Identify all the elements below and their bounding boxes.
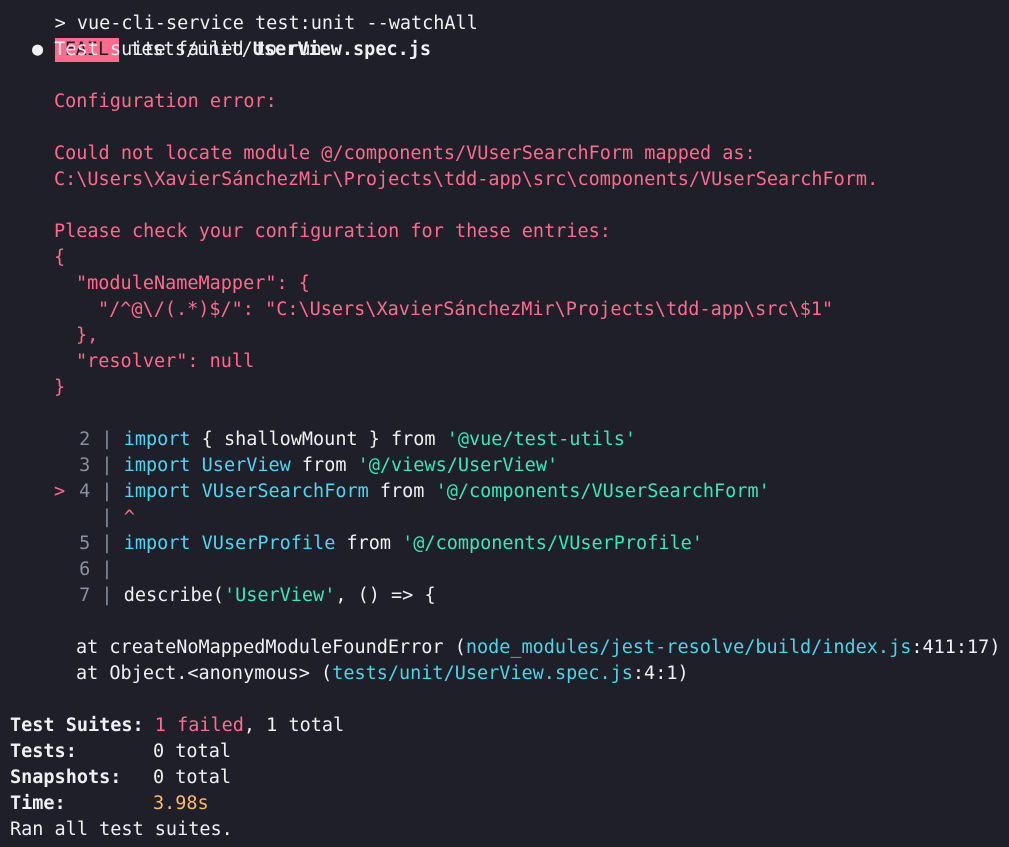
- summary-time: Time: 3.98s: [0, 791, 1009, 817]
- code-frame-line-4: > 4 | import VUserSearchForm from '@/com…: [0, 479, 1009, 505]
- summary-label: Time:: [10, 793, 66, 814]
- command-line: > vue-cli-service test:unit --watchAll: [0, 0, 1009, 34]
- config-error-title: Configuration error:: [54, 91, 277, 112]
- module-name-mapper-close: },: [76, 325, 99, 346]
- code-string: '@/components/VUserSearchForm': [435, 481, 770, 502]
- keyword-import: import: [123, 533, 191, 554]
- line-marker: [54, 559, 65, 580]
- line-number: 2: [79, 429, 91, 450]
- error-line-marker: >: [54, 481, 66, 502]
- summary-tests: Tests: 0 total: [0, 739, 1009, 765]
- code-frame-line-5: 5 | import VUserProfile from '@/componen…: [0, 531, 1009, 557]
- bullet-icon: ●: [32, 39, 44, 60]
- code-identifier: UserView: [201, 455, 291, 476]
- code-rest: from: [290, 455, 358, 476]
- code-string: '@/views/UserView': [357, 455, 559, 476]
- module-name-mapper-entry: "/^@\/(.*)$/": "C:\Users\XavierSánchezMi…: [98, 299, 834, 320]
- suite-failed-msg: Test suite failed to run: [54, 39, 322, 60]
- terminal-output: > vue-cli-service test:unit --watchAll F…: [0, 0, 1009, 843]
- code-string: '@/components/VUserProfile': [402, 533, 703, 554]
- code-pre: describe(: [123, 585, 224, 606]
- gutter-pipe: |: [101, 559, 113, 580]
- line-number: 4: [79, 481, 91, 502]
- keyword-import: import: [123, 429, 191, 450]
- line-number: 3: [79, 455, 91, 476]
- suite-failed-line: ● Test suite failed to run: [0, 37, 1009, 63]
- code-string: 'UserView': [223, 585, 336, 606]
- code-frame-line-3: 3 | import UserView from '@/views/UserVi…: [0, 453, 1009, 479]
- config-brace-open: {: [54, 247, 66, 268]
- line-marker: [54, 585, 65, 606]
- code-identifier: VUserSearchForm: [201, 481, 369, 502]
- time-value: 3.98s: [153, 793, 209, 814]
- gutter-pipe: |: [101, 429, 113, 450]
- keyword-import: import: [123, 455, 191, 476]
- summary-label: Snapshots:: [10, 767, 122, 788]
- code-frame-line-2: 2 | import { shallowMount } from '@vue/t…: [0, 427, 1009, 453]
- summary-label: Test Suites:: [10, 715, 144, 736]
- code-post: , () => {: [335, 585, 436, 606]
- snapshots-total: 0 total: [153, 767, 231, 788]
- fail-header: FAIL tests/unit/UserView.spec.js: [0, 11, 1009, 62]
- tests-total: 0 total: [153, 741, 231, 762]
- resolver-entry: "resolver": null: [76, 351, 255, 372]
- suites-failed-count: 1 failed: [154, 715, 244, 736]
- gutter-pipe: |: [101, 507, 113, 528]
- code-identifier: VUserProfile: [201, 533, 336, 554]
- gutter-pipe: |: [101, 455, 113, 476]
- module-name-mapper-key: "moduleNameMapper": {: [76, 273, 310, 294]
- could-not-locate-line-1: Could not locate module @/components/VUs…: [54, 143, 756, 164]
- check-config-line: Please check your configuration for thes…: [54, 221, 611, 242]
- code-frame-caret-line: | ^: [0, 505, 1009, 531]
- summary-label: Tests:: [10, 741, 77, 762]
- error-caret: ^: [123, 507, 135, 528]
- gutter-pipe: |: [101, 585, 113, 606]
- code-string: '@vue/test-utils': [446, 429, 637, 450]
- suites-total: , 1 total: [243, 715, 345, 736]
- line-number: 5: [79, 533, 91, 554]
- could-not-locate-line-2: C:\Users\XavierSánchezMir\Projects\tdd-a…: [54, 169, 879, 190]
- stack-path-link[interactable]: node_modules/jest-resolve/build/index.js: [466, 637, 912, 658]
- config-brace-close: }: [54, 377, 66, 398]
- summary-snapshots: Snapshots: 0 total: [0, 765, 1009, 791]
- gutter-pipe: |: [101, 533, 113, 554]
- code-frame-line-6: 6 |: [0, 557, 1009, 583]
- line-marker: [54, 533, 65, 554]
- stack-path-link[interactable]: tests/unit/UserView.spec.js: [332, 663, 633, 684]
- stack-prefix: at Object.<anonymous> (: [76, 663, 333, 684]
- code-frame-line-7: 7 | describe('UserView', () => {: [0, 583, 1009, 609]
- ran-all-suites: Ran all test suites.: [10, 819, 233, 840]
- stack-loc: :4:1: [632, 663, 678, 684]
- line-marker: [54, 455, 65, 476]
- stack-frame-1: at createNoMappedModuleFoundError (node_…: [76, 637, 1001, 658]
- summary-suites: Test Suites: 1 failed, 1 total: [0, 713, 1009, 739]
- code-rest: from: [368, 481, 436, 502]
- line-marker: [54, 429, 65, 450]
- stack-prefix: at createNoMappedModuleFoundError (: [76, 637, 466, 658]
- code-rest: { shallowMount } from: [190, 429, 447, 450]
- stack-frame-2: at Object.<anonymous> (tests/unit/UserVi…: [76, 663, 689, 684]
- code-rest: from: [335, 533, 403, 554]
- line-number: 7: [79, 585, 91, 606]
- line-number: 6: [79, 559, 91, 580]
- gutter-pipe: |: [101, 481, 113, 502]
- keyword-import: import: [123, 481, 191, 502]
- stack-loc: :411:17: [911, 637, 990, 658]
